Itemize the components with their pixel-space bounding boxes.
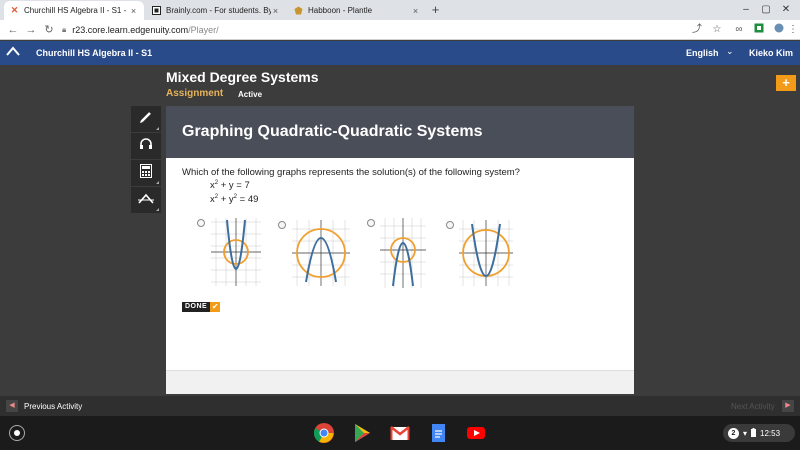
calculator-tool[interactable]: [131, 160, 161, 186]
option-c-graph[interactable]: [380, 218, 426, 293]
menu-icon[interactable]: ⋮: [786, 23, 800, 37]
minimize-icon[interactable]: –: [736, 2, 756, 18]
link-icon[interactable]: ∞: [732, 23, 746, 37]
done-button[interactable]: DONE ✔: [182, 302, 221, 312]
window-close-icon[interactable]: ✕: [776, 2, 796, 18]
open-external-icon[interactable]: ⤴: [690, 23, 704, 37]
tab-edgenuity[interactable]: ✕ Churchill HS Algebra II - S1 - Edg ×: [4, 1, 144, 20]
audio-tool[interactable]: [131, 133, 161, 159]
activity-status: Active: [238, 90, 263, 99]
youtube-icon[interactable]: [465, 422, 487, 444]
check-icon: ✔: [210, 302, 221, 312]
tab-label: Habboon - Plantle: [308, 6, 373, 15]
os-shelf: 2 ▾ 12:53: [0, 416, 800, 450]
launcher-icon[interactable]: [9, 425, 25, 441]
previous-arrow-icon[interactable]: ◀: [6, 400, 18, 412]
course-title: Churchill HS Algebra II - S1: [36, 48, 153, 58]
back-icon[interactable]: ←: [6, 23, 20, 37]
done-label: DONE: [182, 302, 211, 312]
tab-habboon[interactable]: Habboon - Plantle ×: [288, 1, 426, 20]
option-b-radio[interactable]: [278, 221, 286, 229]
maximize-icon[interactable]: ▢: [756, 2, 776, 18]
headphones-icon: [139, 137, 153, 156]
extension-icon[interactable]: [752, 23, 766, 37]
formula-tool[interactable]: [131, 187, 161, 213]
address-bar[interactable]: 🔒︎ r23.core.learn.edgenuity.com/Player/: [62, 22, 672, 38]
option-d-graph[interactable]: [459, 220, 513, 291]
tab-close-icon[interactable]: ×: [129, 6, 138, 16]
reload-icon[interactable]: ↻: [42, 23, 56, 37]
gmail-icon[interactable]: [389, 422, 411, 444]
chrome-icon[interactable]: [313, 422, 335, 444]
option-a-radio[interactable]: [197, 219, 205, 227]
question-text: Which of the following graphs represents…: [182, 167, 520, 178]
url-host: r23.core.learn.edgenuity.com: [72, 25, 189, 35]
add-button[interactable]: +: [776, 75, 796, 91]
option-d-radio[interactable]: [446, 221, 454, 229]
habboon-icon: [294, 6, 303, 15]
tab-close-icon[interactable]: ×: [271, 6, 280, 16]
activity-header: Graphing Quadratic-Quadratic Systems: [166, 106, 634, 158]
option-c-radio[interactable]: [367, 219, 375, 227]
equation-1: x2 + y = 7: [210, 180, 250, 191]
next-arrow-icon[interactable]: ▶: [782, 400, 794, 412]
course-header: Churchill HS Algebra II - S1 English ⌄ K…: [0, 41, 800, 65]
browser-tab-strip: ✕ Churchill HS Algebra II - S1 - Edg × B…: [0, 0, 800, 20]
brainly-icon: [152, 6, 161, 15]
calculator-icon: [140, 163, 152, 183]
pencil-icon: [139, 110, 153, 129]
home-icon[interactable]: [6, 45, 20, 59]
tool-sidebar: [131, 106, 161, 213]
option-b-graph[interactable]: [292, 220, 350, 291]
language-select[interactable]: English: [686, 48, 719, 58]
tab-label: Churchill HS Algebra II - S1 - Edg: [24, 6, 129, 15]
forward-icon[interactable]: →: [24, 23, 38, 37]
activity-title: Graphing Quadratic-Quadratic Systems: [182, 123, 483, 140]
tab-label: Brainly.com - For students. By st: [166, 6, 271, 15]
pencil-tool[interactable]: [131, 106, 161, 132]
bookmark-star-icon[interactable]: ☆: [710, 23, 724, 37]
notification-count: 2: [728, 427, 739, 439]
user-name[interactable]: Kieko Kim: [749, 48, 793, 58]
equation-2: x2 + y2 = 49: [210, 194, 259, 205]
chevron-down-icon[interactable]: ⌄: [726, 46, 734, 57]
clock-time: 12:53: [760, 428, 781, 438]
activity-type: Assignment: [166, 88, 224, 99]
wifi-icon: ▾: [743, 428, 748, 438]
battery-icon: [751, 427, 757, 439]
browser-toolbar: ← → ↻ 🔒︎ r23.core.learn.edgenuity.com/Pl…: [0, 20, 800, 40]
new-tab-button[interactable]: +: [428, 3, 443, 18]
tab-brainly[interactable]: Brainly.com - For students. By st ×: [146, 1, 286, 20]
profile-icon[interactable]: [772, 23, 786, 37]
edgenuity-x-icon: ✕: [10, 5, 19, 15]
status-tray[interactable]: 2 ▾ 12:53: [723, 424, 795, 442]
tab-close-icon[interactable]: ×: [411, 6, 420, 16]
url-path: /Player/: [188, 25, 219, 35]
formula-icon: [138, 191, 154, 209]
option-a-graph[interactable]: [211, 218, 261, 291]
question-panel: Which of the following graphs represents…: [166, 158, 634, 370]
panel-footer: [166, 370, 634, 394]
play-store-icon[interactable]: [351, 422, 373, 444]
lesson-title: Mixed Degree Systems: [166, 69, 319, 85]
next-activity-link[interactable]: Next Activity: [731, 402, 775, 411]
lock-icon: 🔒︎: [62, 25, 67, 34]
activity-nav-bar: ◀ Previous Activity Next Activity ▶: [0, 396, 800, 416]
docs-icon[interactable]: [427, 422, 449, 444]
previous-activity-link[interactable]: Previous Activity: [24, 402, 82, 411]
